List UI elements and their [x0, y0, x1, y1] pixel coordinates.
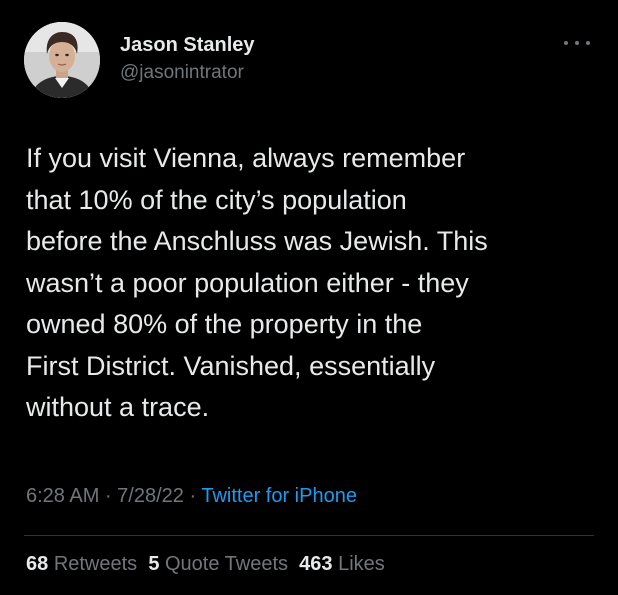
divider — [24, 535, 594, 536]
retweets-stat[interactable]: 68 Retweets — [26, 553, 137, 575]
person-portrait-icon — [24, 22, 100, 98]
quote-tweets-stat[interactable]: 5 Quote Tweets — [148, 553, 288, 575]
more-horizontal-icon[interactable] — [564, 36, 590, 50]
retweets-label: Retweets — [53, 553, 138, 575]
tweet-date[interactable]: 7/28/22 — [117, 485, 184, 507]
retweets-count: 68 — [26, 553, 49, 575]
tweet-text: If you visit Vienna, always remember tha… — [26, 143, 488, 422]
tweet-card: Jason Stanley @jasonintrator If you visi… — [0, 0, 618, 595]
meta-separator: · — [183, 485, 202, 507]
more-dot — [575, 41, 579, 45]
meta-separator: · — [99, 485, 118, 507]
author-display-name[interactable]: Jason Stanley — [120, 34, 255, 57]
avatar[interactable] — [24, 22, 100, 98]
likes-stat[interactable]: 463 Likes — [299, 553, 385, 575]
quote-tweets-label: Quote Tweets — [165, 553, 289, 575]
likes-count: 463 — [299, 553, 333, 575]
engagement-stats: 68 Retweets 5 Quote Tweets 463 Likes — [26, 553, 385, 576]
likes-label: Likes — [338, 553, 385, 575]
quote-tweets-count: 5 — [148, 553, 160, 575]
tweet-metadata: 6:28 AM · 7/28/22 · Twitter for iPhone — [26, 485, 357, 508]
tweet-time[interactable]: 6:28 AM — [26, 485, 99, 507]
tweet-source-link[interactable]: Twitter for iPhone — [201, 485, 357, 507]
more-dot — [564, 41, 568, 45]
author-handle[interactable]: @jasonintrator — [120, 62, 244, 84]
more-dot — [586, 41, 590, 45]
